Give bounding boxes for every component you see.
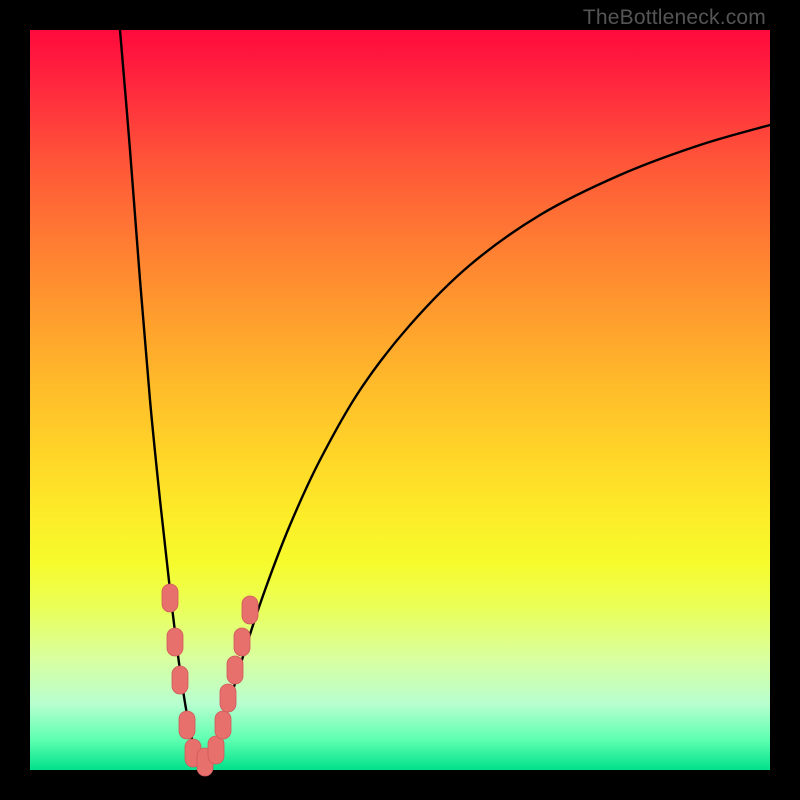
curve-marker (172, 666, 188, 694)
curve-marker (167, 628, 183, 656)
marker-group (162, 584, 258, 776)
curve-marker (242, 596, 258, 624)
curve-marker (234, 628, 250, 656)
curve-marker (227, 656, 243, 684)
curve-marker (220, 684, 236, 712)
curve-marker (208, 736, 224, 764)
watermark-text: TheBottleneck.com (583, 6, 766, 30)
curve-layer (30, 30, 770, 770)
curve-marker (179, 711, 195, 739)
curve-marker (162, 584, 178, 612)
chart-frame: TheBottleneck.com (0, 0, 800, 800)
curve-marker (215, 711, 231, 739)
plot-area (30, 30, 770, 770)
bottleneck-curve (120, 30, 770, 766)
